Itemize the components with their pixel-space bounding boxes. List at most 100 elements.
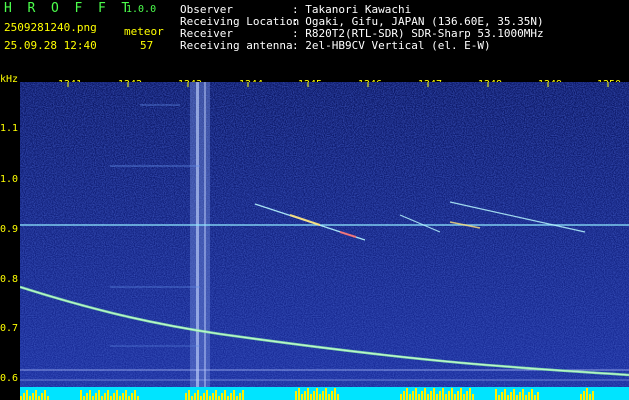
audio-peak xyxy=(325,388,327,400)
audio-peak xyxy=(95,393,97,400)
audio-peak xyxy=(116,390,118,400)
audio-peak xyxy=(188,390,190,400)
audio-peak xyxy=(89,390,91,400)
title-letter: F xyxy=(74,1,83,16)
audio-peak xyxy=(298,388,300,400)
title-letter: R xyxy=(27,1,36,16)
audio-peak xyxy=(218,396,220,400)
audio-peak xyxy=(507,395,509,400)
audio-peak xyxy=(301,394,303,400)
title-letter: H xyxy=(4,1,12,16)
audio-peak xyxy=(498,395,500,400)
info-value-antenna: : 2el-HB9CV Vertical (el. E-W) xyxy=(292,39,491,52)
audio-peak xyxy=(101,396,103,400)
audio-peak xyxy=(439,391,441,400)
y-tick-label: 1.0 xyxy=(0,174,19,185)
audio-peak xyxy=(230,393,232,400)
audio-peak xyxy=(125,390,127,400)
audio-peak xyxy=(322,391,324,400)
audio-peak xyxy=(586,388,588,400)
audio-peak xyxy=(466,391,468,400)
audio-peak xyxy=(528,392,530,400)
interference-line xyxy=(196,82,199,400)
audio-peak xyxy=(20,396,22,400)
audio-peak xyxy=(580,394,582,400)
audio-peak xyxy=(26,390,28,400)
audio-peak xyxy=(421,391,423,400)
audio-peak xyxy=(194,393,196,400)
audio-peak xyxy=(430,391,432,400)
audio-peak xyxy=(516,395,518,400)
audio-peak xyxy=(319,394,321,400)
audio-peak xyxy=(334,388,336,400)
audio-peak xyxy=(501,392,503,400)
audio-peak xyxy=(304,391,306,400)
audio-peak xyxy=(583,391,585,400)
audio-peak xyxy=(534,395,536,400)
audio-peak xyxy=(191,396,193,400)
audio-peak xyxy=(433,388,435,400)
audio-peak xyxy=(227,396,229,400)
audio-peak xyxy=(200,396,202,400)
interference-band xyxy=(190,82,210,400)
info-label-antenna: Receiving antenna xyxy=(180,39,293,52)
audio-peak xyxy=(41,393,43,400)
audio-peak xyxy=(525,395,527,400)
audio-peak xyxy=(242,390,244,400)
y-tick-label: 0.9 xyxy=(0,224,19,235)
audio-peak xyxy=(32,393,34,400)
audio-peak xyxy=(131,393,133,400)
meteor-label: meteor xyxy=(124,25,164,38)
spectrogram xyxy=(20,82,629,400)
audio-peak xyxy=(436,394,438,400)
audio-peak xyxy=(457,391,459,400)
y-axis-unit: kHz xyxy=(0,74,19,85)
audio-peak xyxy=(316,388,318,400)
audio-peak xyxy=(463,394,465,400)
audio-peak xyxy=(137,396,139,400)
audio-peak xyxy=(23,393,25,400)
audio-peak xyxy=(239,393,241,400)
audio-peak xyxy=(589,394,591,400)
audio-peak xyxy=(110,396,112,400)
audio-peak xyxy=(454,394,456,400)
audio-peak xyxy=(313,391,315,400)
audio-peak xyxy=(403,391,405,400)
audio-peak xyxy=(331,391,333,400)
audio-peak xyxy=(519,392,521,400)
audio-peak xyxy=(418,394,420,400)
header-panel: H R O F F T 1.0.0 2509281240.png 25.09.2… xyxy=(0,0,629,72)
audio-peak xyxy=(224,390,226,400)
date-time: 25.09.28 12:40 xyxy=(4,39,97,52)
audio-peak xyxy=(415,388,417,400)
file-name: 2509281240.png xyxy=(4,21,97,34)
audio-peak xyxy=(295,391,297,400)
audio-peak xyxy=(409,394,411,400)
audio-peak xyxy=(337,394,339,400)
y-tick-label: 0.7 xyxy=(0,323,19,334)
audio-peak xyxy=(35,390,37,400)
audio-peak xyxy=(47,396,49,400)
interference-line xyxy=(204,82,206,400)
audio-peak xyxy=(412,391,414,400)
audio-peak xyxy=(221,393,223,400)
audio-peak xyxy=(424,388,426,400)
meteor-count: 57 xyxy=(140,39,154,52)
app-title: H R O F F T xyxy=(4,2,129,16)
audio-peak xyxy=(44,390,46,400)
audio-peak xyxy=(98,390,100,400)
audio-peak xyxy=(107,390,109,400)
audio-peak xyxy=(80,390,82,400)
audio-peak xyxy=(38,396,40,400)
audio-peak xyxy=(445,394,447,400)
audio-peak xyxy=(537,392,539,400)
y-tick-label: 0.8 xyxy=(0,274,19,285)
audio-peak xyxy=(310,394,312,400)
audio-peak xyxy=(495,389,497,400)
audio-peak xyxy=(206,390,208,400)
audio-peak xyxy=(122,393,124,400)
audio-peak xyxy=(504,389,506,400)
audio-peak xyxy=(513,389,515,400)
audio-peak xyxy=(128,396,130,400)
title-letter: F xyxy=(97,1,106,16)
